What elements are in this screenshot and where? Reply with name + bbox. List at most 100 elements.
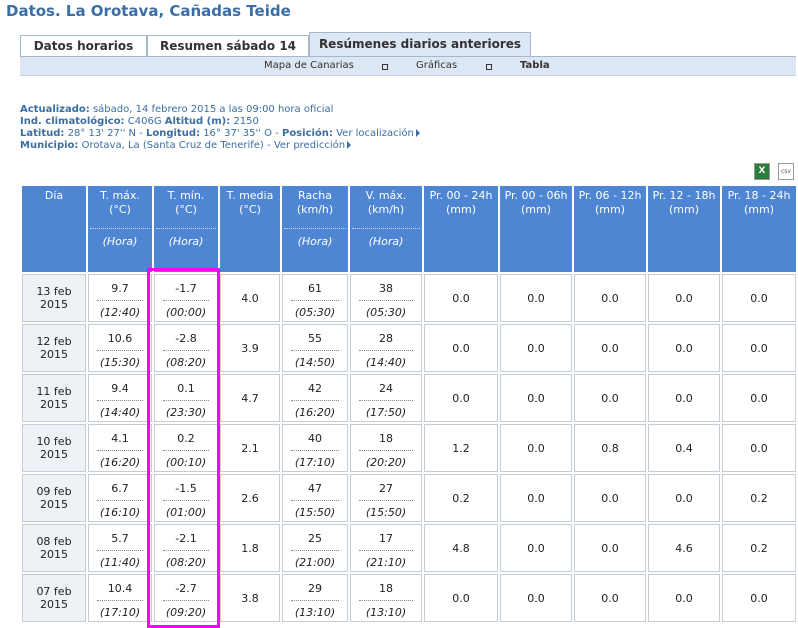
excel-export-icon[interactable]: X	[754, 163, 770, 180]
cell-precip: 0.2	[424, 474, 498, 522]
header-precip-00-24: Pr. 00 - 24h (mm)	[424, 186, 498, 272]
header-racha: Racha (km/h) (Hora)	[282, 186, 348, 272]
cell-tmin: -2.1 (08:20)	[154, 524, 218, 572]
cell-precip: 0.0	[424, 274, 498, 322]
cell-tmed: 1.8	[220, 524, 280, 572]
separator-icon	[486, 64, 492, 70]
table-row: 11 feb 2015 9.4 (14:40) 0.1 (23:30) 4.7 42 (16:…	[22, 374, 796, 422]
cell-day: 08 feb 2015	[22, 524, 86, 572]
cell-tmed: 2.6	[220, 474, 280, 522]
header-hora: (Hora)	[352, 228, 420, 249]
cell-tmed: 3.9	[220, 324, 280, 372]
cell-precip: 4.6	[648, 524, 720, 572]
cell-vmax: 17 (21:10)	[350, 524, 422, 572]
cell-racha: 25 (21:00)	[282, 524, 348, 572]
cell-racha: 47 (15:50)	[282, 474, 348, 522]
cell-precip: 0.8	[574, 424, 646, 472]
municipality-label: Municipio:	[20, 140, 79, 151]
table-header-row: Día T. máx. (°C) (Hora) T. mín. (°C) (Hora…	[22, 186, 796, 272]
updated-label: Actualizado:	[20, 104, 90, 115]
cell-tmed: 2.1	[220, 424, 280, 472]
subnav-table-link[interactable]: Tabla	[520, 60, 550, 71]
cell-day: 11 feb 2015	[22, 374, 86, 422]
cell-precip: 0.0	[648, 574, 720, 622]
daily-summary-table: Día T. máx. (°C) (Hora) T. mín. (°C) (Hora…	[20, 184, 798, 624]
latitude-value: 28° 13' 27'' N	[67, 128, 137, 139]
cell-precip: 0.0	[424, 374, 498, 422]
cell-precip: 0.0	[722, 324, 796, 372]
cell-vmax: 18 (20:20)	[350, 424, 422, 472]
cell-tmin: -1.5 (01:00)	[154, 474, 218, 522]
cell-precip: 0.0	[574, 474, 646, 522]
cell-racha: 42 (16:20)	[282, 374, 348, 422]
cell-precip: 0.0	[648, 374, 720, 422]
cell-tmax: 10.4 (17:10)	[88, 574, 152, 622]
cell-tmed: 4.0	[220, 274, 280, 322]
tab-resumenes-diarios[interactable]: Resúmenes diarios anteriores	[309, 32, 531, 56]
header-hora: (Hora)	[284, 228, 346, 249]
subnav-graphs-link[interactable]: Gráficas	[416, 60, 457, 71]
cell-precip: 0.0	[722, 374, 796, 422]
position-label: Posición:	[281, 128, 333, 139]
tab-resumen-sabado[interactable]: Resumen sábado 14	[147, 35, 309, 56]
updated-value: sábado, 14 febrero 2015 a las 09:00 hora…	[92, 104, 334, 115]
header-hora: (Hora)	[90, 228, 150, 249]
view-prediction-link[interactable]: Ver predicción	[274, 140, 345, 151]
cell-racha: 29 (13:10)	[282, 574, 348, 622]
cell-vmax: 38 (05:30)	[350, 274, 422, 322]
page-title: Datos. La Orotava, Cañadas Teide	[6, 2, 291, 20]
ind-value: C406G	[127, 116, 162, 127]
csv-export-icon[interactable]: csv	[778, 163, 794, 180]
cell-precip: 0.0	[500, 324, 572, 372]
cell-day: 07 feb 2015	[22, 574, 86, 622]
cell-tmax: 9.7 (12:40)	[88, 274, 152, 322]
station-info: Actualizado: sábado, 14 febrero 2015 a l…	[20, 104, 420, 152]
cell-precip: 4.8	[424, 524, 498, 572]
cell-racha: 61 (05:30)	[282, 274, 348, 322]
cell-tmin: -2.7 (09:20)	[154, 574, 218, 622]
cell-tmax: 10.6 (15:30)	[88, 324, 152, 372]
cell-precip: 0.0	[424, 574, 498, 622]
cell-precip: 0.0	[648, 474, 720, 522]
header-tmin: T. mín. (°C) (Hora)	[154, 186, 218, 272]
longitude-value: 16° 37' 35'' O	[203, 128, 273, 139]
cell-tmax: 4.1 (16:20)	[88, 424, 152, 472]
cell-precip: 0.0	[500, 574, 572, 622]
cell-tmax: 5.7 (11:40)	[88, 524, 152, 572]
cell-precip: 0.0	[722, 274, 796, 322]
cell-tmed: 3.8	[220, 574, 280, 622]
cell-day: 09 feb 2015	[22, 474, 86, 522]
header-precip-18-24: Pr. 18 - 24h (mm)	[722, 186, 796, 272]
view-location-link[interactable]: Ver localización	[336, 128, 414, 139]
header-day: Día	[22, 186, 86, 272]
header-hora: (Hora)	[156, 228, 216, 249]
cell-precip: 0.0	[574, 374, 646, 422]
arrow-right-icon	[347, 141, 352, 149]
cell-precip: 0.0	[722, 574, 796, 622]
cell-precip: 0.0	[500, 474, 572, 522]
header-vmax: V. máx. (km/h) (Hora)	[350, 186, 422, 272]
table-row: 09 feb 2015 6.7 (16:10) -1.5 (01:00) 2.6 47 (15…	[22, 474, 796, 522]
tab-datos-horarios[interactable]: Datos horarios	[20, 35, 147, 56]
cell-vmax: 28 (14:40)	[350, 324, 422, 372]
cell-precip: 0.2	[722, 524, 796, 572]
cell-precip: 0.0	[574, 274, 646, 322]
header-tmed: T. media (°C)	[220, 186, 280, 272]
altitude-label: Altitud (m):	[164, 116, 231, 127]
header-tmax: T. máx. (°C) (Hora)	[88, 186, 152, 272]
cell-vmax: 24 (17:50)	[350, 374, 422, 422]
longitude-label: Longitud:	[145, 128, 200, 139]
cell-precip: 0.0	[424, 324, 498, 372]
cell-precip: 0.0	[648, 274, 720, 322]
cell-tmed: 4.7	[220, 374, 280, 422]
subnav-map-link[interactable]: Mapa de Canarias	[264, 60, 354, 71]
header-precip-00-06: Pr. 00 - 06h (mm)	[500, 186, 572, 272]
header-precip-12-18: Pr. 12 - 18h (mm)	[648, 186, 720, 272]
table-row: 12 feb 2015 10.6 (15:30) -2.8 (08:20) 3.9 55 (1…	[22, 324, 796, 372]
cell-day: 13 feb 2015	[22, 274, 86, 322]
cell-precip: 0.2	[722, 474, 796, 522]
separator-icon	[382, 64, 388, 70]
table-row: 08 feb 2015 5.7 (11:40) -2.1 (08:20) 1.8 25 (21…	[22, 524, 796, 572]
cell-precip: 0.0	[500, 274, 572, 322]
sub-navigation: Mapa de Canarias Gráficas Tabla	[20, 56, 796, 76]
